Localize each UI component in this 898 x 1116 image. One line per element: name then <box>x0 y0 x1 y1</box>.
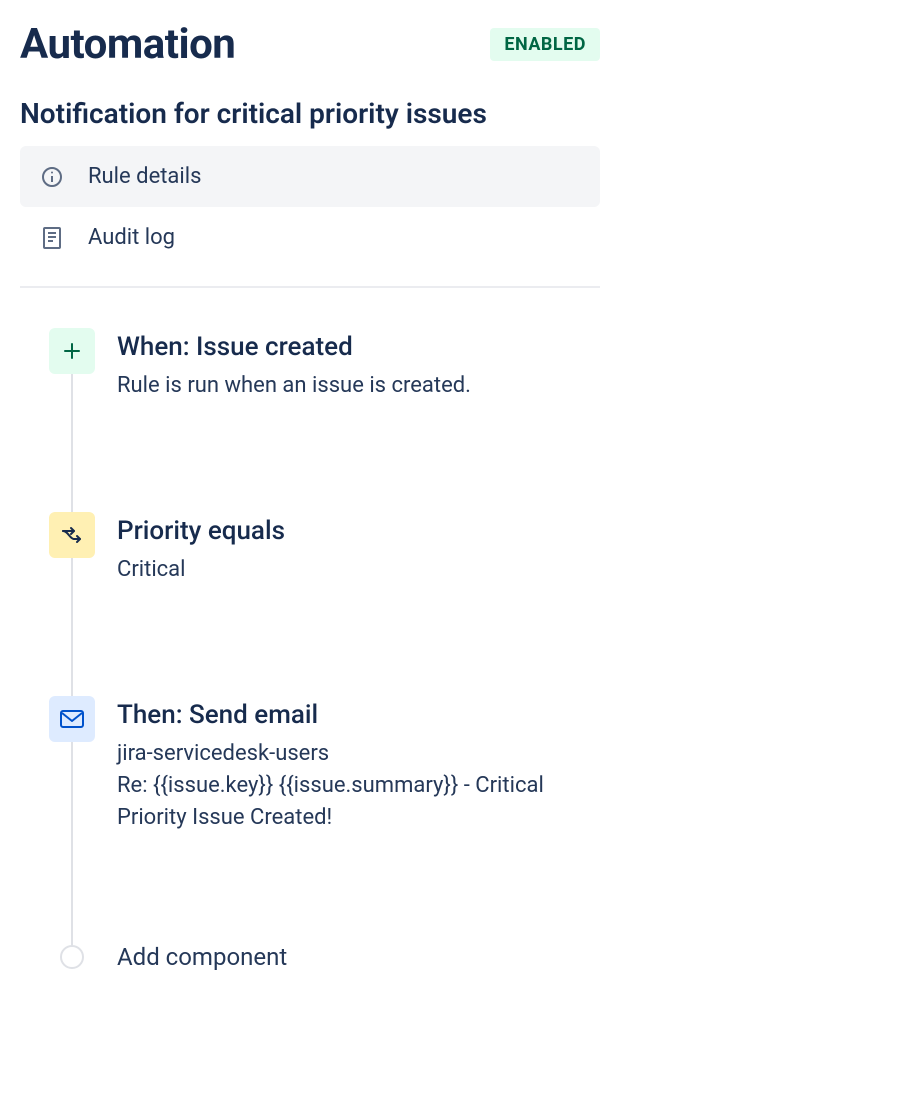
status-badge: ENABLED <box>490 28 600 61</box>
nav-rule-details[interactable]: Rule details <box>20 146 600 207</box>
nav-audit-log[interactable]: Audit log <box>20 207 600 268</box>
add-component-label: Add component <box>117 943 287 971</box>
info-icon <box>40 165 64 189</box>
divider <box>20 286 600 288</box>
add-component-button[interactable]: Add component <box>30 943 600 971</box>
nav-label: Rule details <box>88 164 201 189</box>
document-icon <box>40 226 64 250</box>
step-title: Priority equals <box>117 516 285 546</box>
mail-icon <box>49 696 95 742</box>
rule-name: Notification for critical priority issue… <box>20 97 600 130</box>
step-description: jira-servicedesk-users Re: {{issue.key}}… <box>117 738 600 834</box>
plus-icon <box>49 328 95 374</box>
circle-icon <box>60 945 84 969</box>
step-title: When: Issue created <box>117 332 471 362</box>
nav-label: Audit log <box>88 225 175 250</box>
chain-connector <box>71 356 73 949</box>
rule-step-action[interactable]: Then: Send email jira-servicedesk-users … <box>30 696 600 834</box>
rule-step-condition[interactable]: Priority equals Critical <box>30 512 600 586</box>
page-title: Automation <box>20 20 235 69</box>
rule-step-trigger[interactable]: When: Issue created Rule is run when an … <box>30 328 600 402</box>
branch-icon <box>49 512 95 558</box>
step-description: Rule is run when an issue is created. <box>117 370 471 402</box>
step-title: Then: Send email <box>117 700 600 730</box>
step-description: Critical <box>117 554 285 586</box>
